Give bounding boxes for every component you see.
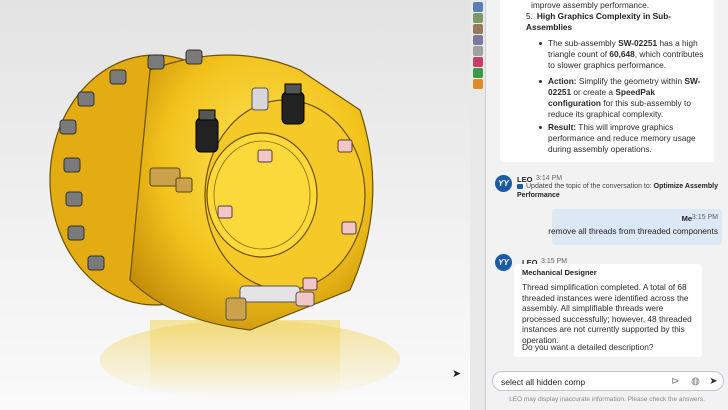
leo-avatar: YY: [495, 254, 512, 271]
leo-avatar: YY: [495, 175, 512, 192]
mouse-cursor-icon: ➤: [452, 368, 462, 380]
list-item: Result: This will improve graphics perfo…: [539, 122, 708, 155]
hose-fitting-right: [281, 83, 305, 125]
send-icon[interactable]: ➤: [707, 375, 720, 388]
side-toolbar: [470, 0, 486, 410]
assistant-message-text: Thread simplification completed. A total…: [522, 282, 692, 345]
list-item: The sub-assembly SW-02251 has a high tri…: [539, 38, 708, 71]
cam-icon[interactable]: [473, 57, 483, 67]
feature-tree-icon[interactable]: [473, 2, 483, 12]
hose-fitting-left: [195, 109, 219, 153]
app-root: ➤ improve assembly performance. 5. High G…: [0, 0, 728, 410]
attach-icon[interactable]: ⊳: [669, 375, 682, 388]
list-item: Action: Simplify the geometry within SW-…: [539, 76, 708, 120]
user-message-text: remove all threads from threaded compone…: [548, 226, 718, 236]
chat-input[interactable]: [501, 375, 661, 388]
message-time: 3:15 PM: [691, 214, 718, 221]
chat-topic-icon: [517, 183, 523, 189]
sender-name: Me: [681, 214, 692, 223]
chat-input-box[interactable]: ⊳ ◍ ➤: [492, 371, 724, 391]
message-time: 3:14 PM: [536, 175, 563, 182]
display-manager-icon[interactable]: [473, 46, 483, 56]
assistant-question: Do you want a detailed description?: [522, 342, 654, 352]
dimxpert-icon[interactable]: [473, 35, 483, 45]
assistant-message-card: improve assembly performance. 5. High Gra…: [500, 0, 714, 162]
assembly-model[interactable]: [0, 0, 470, 410]
reflection-body: [150, 320, 340, 390]
leo-assistant-icon[interactable]: [473, 79, 483, 89]
leo-chat-panel: improve assembly performance. 5. High Gra…: [486, 0, 728, 410]
model-viewport[interactable]: ➤: [0, 0, 470, 410]
config-manager-icon[interactable]: [473, 24, 483, 34]
list-item-heading: 5. High Graphics Complexity in Sub-Assemb…: [526, 11, 672, 32]
previous-message-tail: improve assembly performance.: [531, 0, 650, 10]
disclaimer: LEO may display inaccurate information. …: [509, 396, 705, 403]
assistant-role: Mechanical Designer: [522, 268, 597, 277]
globe-icon[interactable]: ◍: [689, 375, 702, 388]
topic-update: Updated the topic of the conversation to…: [517, 183, 718, 199]
assistant-message-card: Mechanical Designer Thread simplificatio…: [514, 264, 702, 357]
property-manager-icon[interactable]: [473, 13, 483, 23]
chrome-plug: [251, 87, 269, 111]
appearance-icon[interactable]: [473, 68, 483, 78]
